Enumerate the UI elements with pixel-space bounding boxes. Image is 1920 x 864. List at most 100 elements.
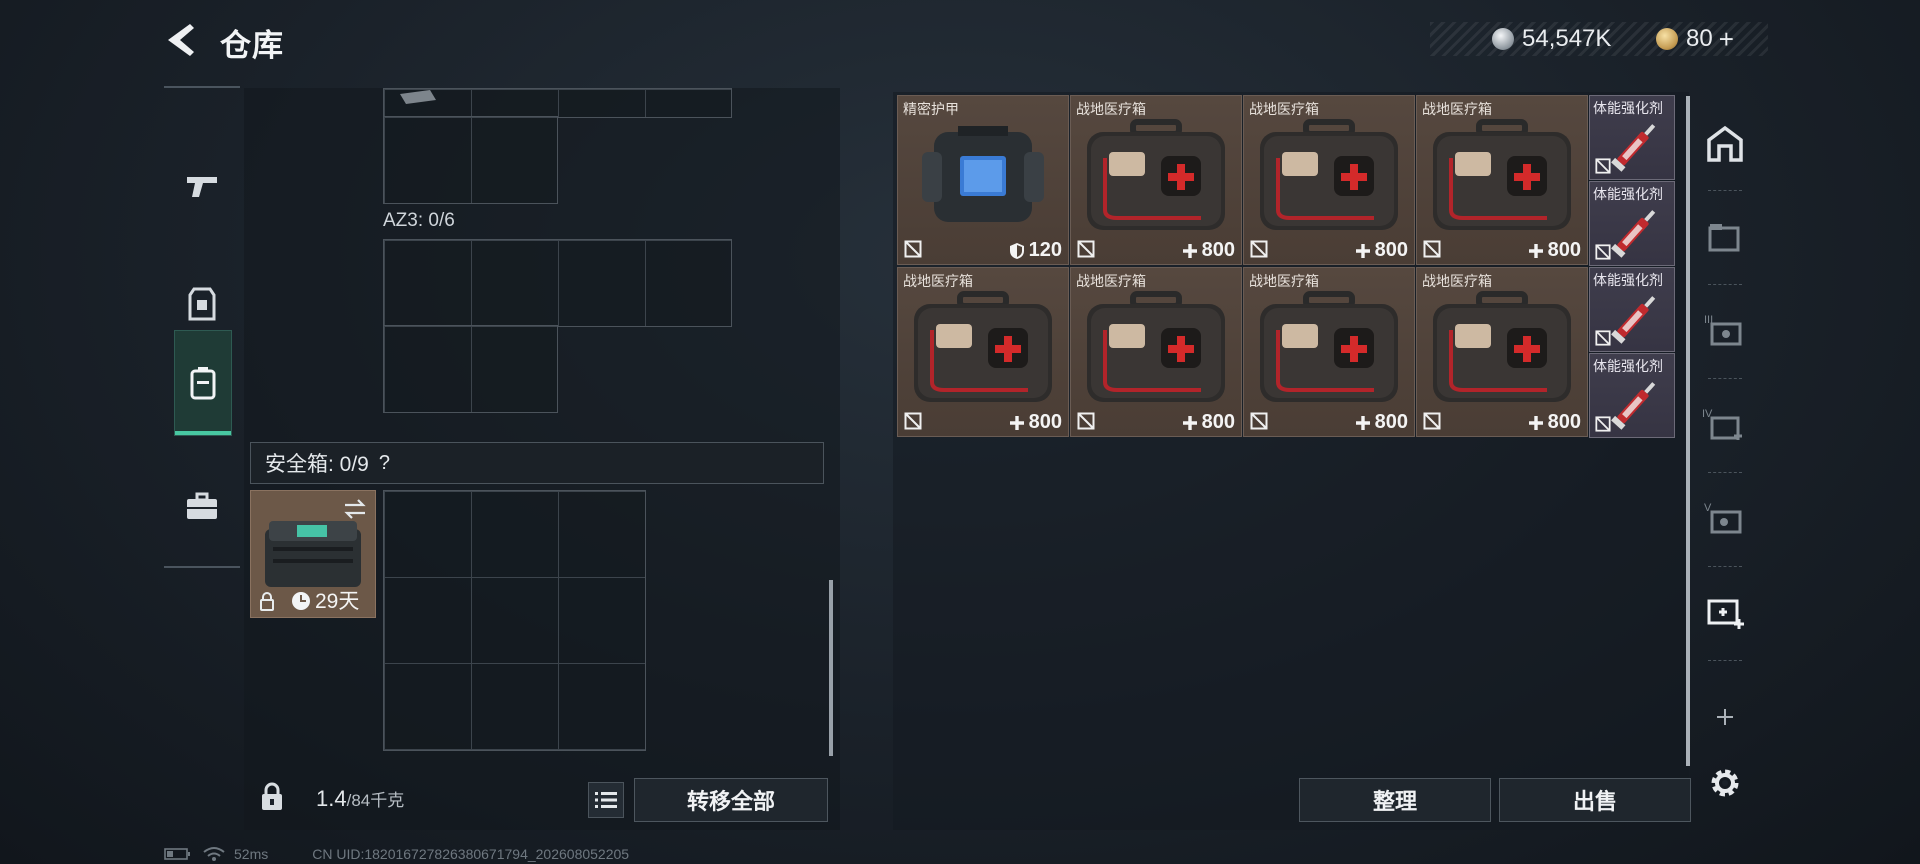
currency-bar: 54,547K 80 +: [1430, 22, 1768, 56]
status-bar: 52ms CN UID:1820167278263806717​94_20260…: [164, 846, 629, 862]
item-stim-injector[interactable]: 体能强化剂: [1589, 353, 1675, 438]
safebox-time-remaining: 29天: [315, 590, 360, 613]
briefcase-icon: [187, 492, 217, 519]
gear-icon: [1711, 769, 1739, 797]
stash-page-3[interactable]: III: [1700, 306, 1750, 356]
item-name: 体能强化剂: [1593, 100, 1663, 116]
durability-icon: [1009, 242, 1024, 259]
syringe-image: [1611, 382, 1656, 430]
tab-case[interactable]: [174, 454, 230, 558]
item-name: 精密护甲: [903, 101, 959, 117]
healing-icon: [1355, 415, 1370, 430]
stash-page-rail: III IV V: [1700, 96, 1750, 816]
silver-coin-icon: [1492, 28, 1514, 50]
item-medkit[interactable]: 战地医疗箱 800: [1070, 267, 1242, 437]
item-name: 体能强化剂: [1593, 186, 1663, 202]
medkit-image: [1260, 119, 1398, 230]
stash-page-all[interactable]: [1700, 118, 1750, 168]
rail-divider: [164, 86, 240, 88]
help-icon[interactable]: ?: [379, 452, 390, 475]
item-name: 战地医疗箱: [1422, 101, 1492, 117]
list-view-button[interactable]: [588, 782, 624, 818]
back-arrow-icon: [168, 24, 194, 56]
back-button[interactable]: [164, 22, 204, 58]
item-medkit[interactable]: 战地医疗箱 800: [1243, 95, 1415, 265]
gold-amount: 80: [1686, 25, 1713, 52]
az3-grid-row2[interactable]: [383, 325, 558, 413]
item-name: 战地医疗箱: [1076, 101, 1146, 117]
no-insurance-icon: [1595, 244, 1611, 260]
settings-button[interactable]: [1700, 758, 1750, 808]
roman-numeral-4: IV: [1702, 408, 1713, 420]
stash-page-4[interactable]: IV: [1700, 400, 1750, 450]
left-scrollbar[interactable]: [829, 580, 833, 756]
item-stat-value: 800: [1374, 411, 1408, 433]
item-stat-value: 800: [1201, 411, 1235, 433]
item-stim-injector[interactable]: 体能强化剂: [1589, 95, 1675, 180]
safebox-header: 安全箱: 0/9 ?: [250, 442, 824, 484]
stash-page-6[interactable]: [1700, 588, 1750, 638]
syringe-image: [1611, 210, 1656, 258]
item-stat: 800: [1009, 411, 1062, 434]
item-medkit[interactable]: 战地医疗箱 800: [1416, 95, 1588, 265]
stash-page-2[interactable]: [1700, 212, 1750, 262]
item-stat-value: 800: [1547, 411, 1581, 433]
roman-numeral-3: III: [1704, 314, 1714, 326]
no-insurance-icon: [904, 412, 922, 430]
item-medkit[interactable]: 战地医疗箱 800: [1243, 267, 1415, 437]
syringe-image: [1611, 124, 1656, 172]
syringe-image: [1611, 296, 1656, 344]
item-name: 体能强化剂: [1593, 358, 1663, 374]
item-stat: 120: [1009, 239, 1062, 262]
item-medkit[interactable]: 战地医疗箱 800: [1070, 95, 1242, 265]
item-medkit[interactable]: 战地医疗箱 800: [897, 267, 1069, 437]
container-grid-partial[interactable]: [383, 116, 558, 204]
clock-icon: [292, 592, 310, 610]
item-armor[interactable]: 精密护甲 120: [897, 95, 1069, 265]
ping-value: 52ms: [234, 846, 269, 862]
page-title: 仓库: [220, 28, 284, 63]
house-tab-icon: [1707, 125, 1743, 162]
item-stim-injector[interactable]: 体能强化剂: [1589, 267, 1675, 352]
item-medkit[interactable]: 战地医疗箱 800: [1416, 267, 1588, 437]
rail-divider: [1708, 284, 1742, 285]
medkit-image: [1087, 119, 1225, 230]
tab-weapons[interactable]: [174, 134, 230, 238]
healing-icon: [1355, 243, 1370, 258]
wifi-icon: [203, 847, 225, 861]
safebox-grid[interactable]: [383, 490, 646, 751]
item-stat-value: 800: [1201, 239, 1235, 261]
healing-icon: [1009, 415, 1024, 430]
list-icon: [595, 792, 617, 808]
item-stat-value: 120: [1028, 239, 1062, 261]
az3-capacity-label: AZ3: 0/6: [383, 210, 455, 231]
stash-scrollbar[interactable]: [1686, 96, 1690, 766]
tab-backpack[interactable]: [174, 330, 232, 436]
medkit-image: [1087, 291, 1225, 402]
healing-icon: [1528, 415, 1543, 430]
swap-icon[interactable]: [343, 499, 367, 519]
az3-grid-row1[interactable]: [383, 239, 732, 327]
transfer-all-button[interactable]: 转移全部: [634, 778, 828, 822]
rail-divider: [164, 566, 240, 568]
item-name: 体能强化剂: [1593, 272, 1663, 288]
lock-icon: [260, 592, 274, 611]
item-name: 战地医疗箱: [1076, 273, 1146, 289]
gold-currency[interactable]: 80 +: [1656, 22, 1734, 56]
no-insurance-icon: [1595, 416, 1611, 432]
healing-icon: [1182, 243, 1197, 258]
plus-icon: [1717, 709, 1733, 725]
add-page-button[interactable]: [1700, 692, 1750, 742]
stash-page-5[interactable]: V: [1700, 494, 1750, 544]
item-stat: 800: [1528, 411, 1581, 434]
sort-button[interactable]: 整理: [1299, 778, 1491, 822]
sell-button[interactable]: 出售: [1499, 778, 1691, 822]
medkit-image: [1260, 291, 1398, 402]
left-category-rail: [164, 86, 240, 570]
item-stat: 800: [1528, 239, 1581, 262]
item-stat-value: 800: [1547, 239, 1581, 261]
safebox-item[interactable]: 29天: [250, 490, 376, 618]
add-currency-icon[interactable]: +: [1719, 24, 1734, 55]
item-stim-injector[interactable]: 体能强化剂: [1589, 181, 1675, 266]
vest-icon: [188, 287, 216, 321]
